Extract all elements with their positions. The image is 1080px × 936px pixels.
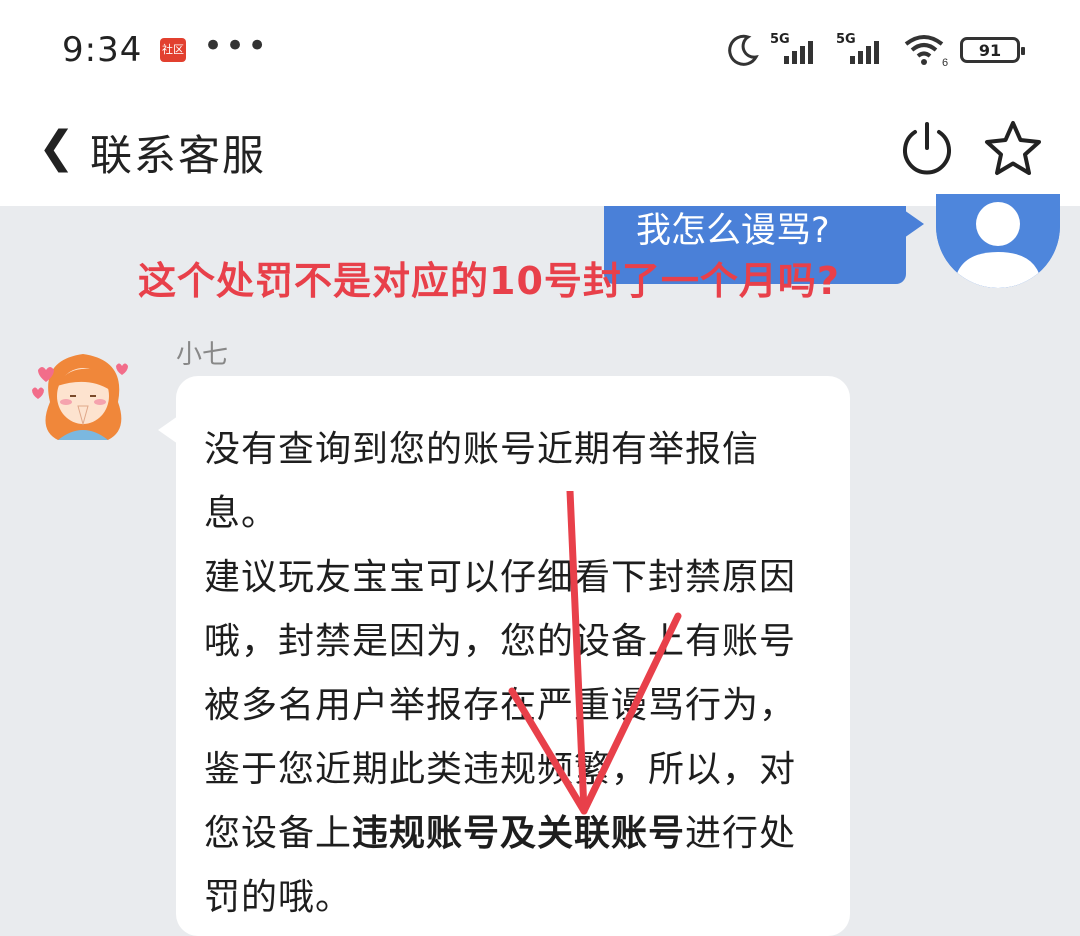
more-notifications-icon: ••• xyxy=(203,26,270,66)
signal-icon-2: 5G xyxy=(836,32,892,68)
status-time: 9:34 xyxy=(62,30,143,70)
status-bar: 9:34 社区 ••• 5G 5G 6 91 xyxy=(0,0,1080,100)
chat-header: ❮ 联系客服 xyxy=(0,100,1080,206)
agent-message-text: 没有查询到您的账号近期有举报信息。 建议玩友宝宝可以仔细看下封禁原因哦，封禁是因… xyxy=(204,429,797,918)
annotation-text: 这个处罚不是对应的10号封了一个月吗? xyxy=(138,259,840,303)
svg-text:6: 6 xyxy=(942,57,948,68)
app-notification-icon: 社区 xyxy=(160,38,186,62)
power-icon[interactable] xyxy=(896,118,958,180)
user-message-text: 我怎么谩骂? xyxy=(636,211,830,251)
agent-avatar[interactable] xyxy=(28,340,138,450)
wifi-icon: 6 xyxy=(904,35,948,68)
back-icon[interactable]: ❮ xyxy=(38,122,75,173)
agent-message-bubble: 没有查询到您的账号近期有举报信息。 建议玩友宝宝可以仔细看下封禁原因哦，封禁是因… xyxy=(158,376,850,936)
page-title: 联系客服 xyxy=(90,131,267,180)
status-icons: 5G 5G 6 91 xyxy=(726,28,1025,72)
battery-icon: 91 xyxy=(960,37,1025,63)
user-avatar-icon xyxy=(936,194,1060,288)
chat-area[interactable]: 我怎么谩骂? 小七 没有查询到您的账号近期有举报信息。 建议玩友宝宝可以仔细看下… xyxy=(0,194,1080,936)
moon-icon xyxy=(728,34,759,66)
signal-icon-1: 5G xyxy=(770,32,826,68)
star-icon[interactable] xyxy=(982,118,1044,180)
user-avatar[interactable] xyxy=(936,194,1060,288)
agent-name: 小七 xyxy=(176,340,229,370)
